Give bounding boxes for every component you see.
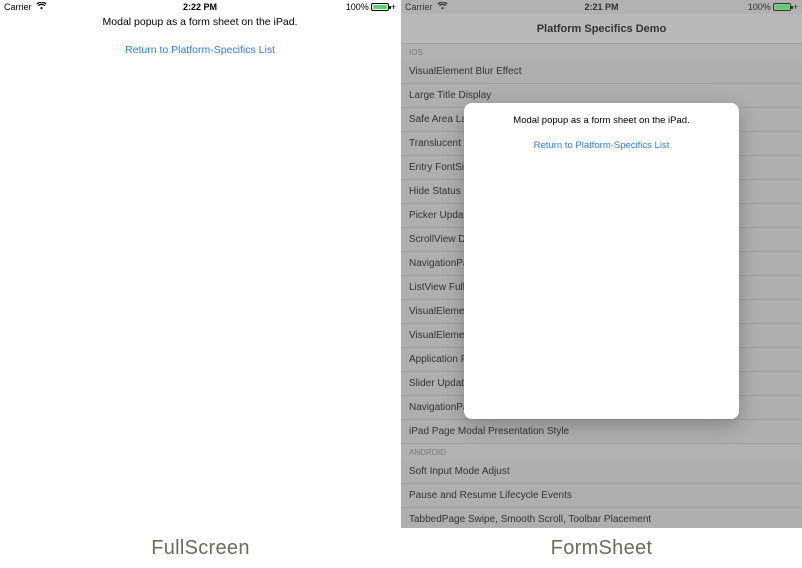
status-time: 2:21 PM — [584, 2, 618, 12]
carrier-label: Carrier — [4, 2, 32, 12]
modal-message: Modal popup as a form sheet on the iPad. — [0, 16, 400, 28]
wifi-icon — [36, 2, 47, 12]
list-item[interactable]: iPad Page Modal Presentation Style — [401, 420, 802, 444]
navigation-bar: Platform Specifics Demo — [401, 14, 802, 44]
carrier-label: Carrier — [405, 2, 433, 12]
return-link[interactable]: Return to Platform-Specifics List — [0, 44, 400, 56]
nav-title: Platform Specifics Demo — [537, 23, 667, 35]
list-item[interactable]: Soft Input Mode Adjust — [401, 460, 802, 484]
list-item[interactable]: VisualElement Blur Effect — [401, 60, 802, 84]
battery-percent: 100% — [748, 2, 771, 12]
section-header-ios: IOS — [401, 44, 802, 60]
list-item[interactable]: TabbedPage Swipe, Smooth Scroll, Toolbar… — [401, 508, 802, 528]
charging-icon: + — [793, 2, 798, 12]
status-time: 2:22 PM — [183, 2, 217, 12]
return-link[interactable]: Return to Platform-Specifics List — [464, 140, 739, 151]
fullscreen-modal-content: Modal popup as a form sheet on the iPad.… — [0, 14, 400, 56]
battery-icon — [371, 3, 389, 11]
wifi-icon — [437, 2, 448, 12]
charging-icon: + — [391, 2, 396, 12]
battery-icon — [773, 3, 791, 11]
list-item[interactable]: Pause and Resume Lifecycle Events — [401, 484, 802, 508]
modal-message: Modal popup as a form sheet on the iPad. — [464, 115, 739, 126]
pane-formsheet: Carrier 2:21 PM 100% + Platform Specific… — [401, 0, 802, 528]
captions-row: FullScreen FormSheet — [0, 528, 802, 568]
section-header-android: ANDROID — [401, 444, 802, 460]
pane-fullscreen: Carrier 2:22 PM 100% + Modal popup as a … — [0, 0, 401, 528]
caption-formsheet: FormSheet — [401, 528, 802, 568]
status-bar-left: Carrier 2:22 PM 100% + — [0, 0, 400, 14]
caption-fullscreen: FullScreen — [0, 528, 401, 568]
status-bar-right: Carrier 2:21 PM 100% + — [401, 0, 802, 14]
form-sheet-modal: Modal popup as a form sheet on the iPad.… — [464, 103, 739, 419]
battery-percent: 100% — [346, 2, 369, 12]
